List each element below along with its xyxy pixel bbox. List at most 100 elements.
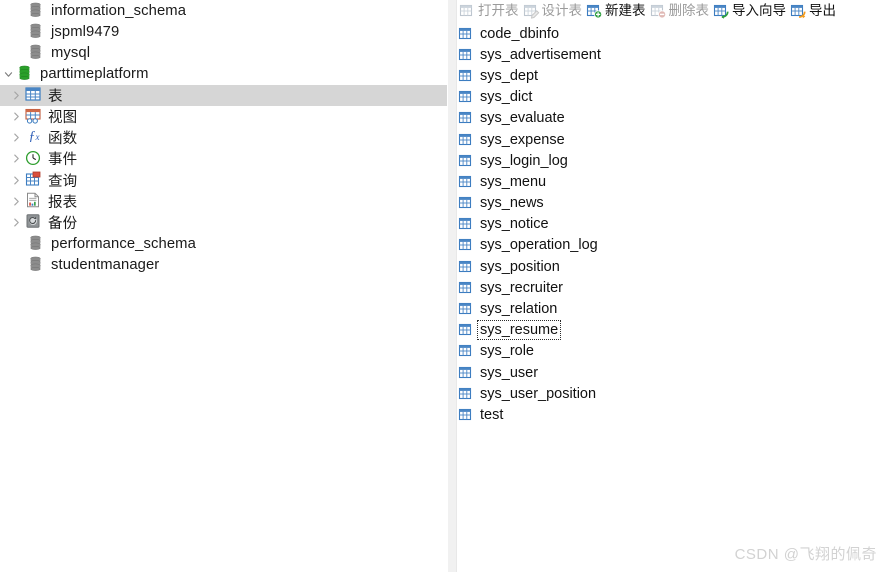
table-list-item[interactable]: sys_role [457, 341, 891, 362]
table-list-item[interactable]: sys_dept [457, 65, 891, 86]
table-list-item[interactable]: code_dbinfo [457, 23, 891, 44]
panel-splitter[interactable] [447, 0, 457, 572]
table-icon [458, 280, 475, 296]
table-name-label: sys_user [480, 364, 539, 381]
table-name-label: sys_resume [477, 320, 562, 341]
table-icon [458, 195, 475, 211]
tree-node-reports[interactable]: 报表 [0, 191, 447, 212]
table-icon [458, 322, 475, 338]
database-icon [28, 235, 46, 253]
new-table-button[interactable]: 新建表 [585, 1, 649, 21]
table-list[interactable]: code_dbinfo sys_advertisement sys_dept sys_… [457, 21, 891, 426]
tree-node-database-12[interactable]: studentmanager [0, 254, 447, 275]
tree-node-label: parttimeplatform [40, 66, 149, 83]
table-list-item[interactable]: sys_menu [457, 171, 891, 192]
tree-node-database-1[interactable]: jspml9479 [0, 21, 447, 42]
table-list-item[interactable]: sys_resume [457, 320, 891, 341]
table-list-item[interactable]: sys_expense [457, 129, 891, 150]
backups-folder-icon [25, 213, 43, 231]
table-list-item[interactable]: sys_user_position [457, 383, 891, 404]
watermark-text: CSDN @飞翔的佩奇 [734, 546, 877, 563]
design-table-icon [523, 3, 540, 19]
table-list-item[interactable]: sys_dict [457, 87, 891, 108]
table-list-item[interactable]: sys_login_log [457, 150, 891, 171]
tree-node-label: 视图 [48, 110, 78, 127]
table-name-label: sys_news [480, 195, 544, 212]
tree-node-functions[interactable]: ƒx 函数 [0, 127, 447, 148]
table-icon [458, 47, 475, 63]
table-icon [458, 132, 475, 148]
table-icon [458, 174, 475, 190]
table-icon [458, 68, 475, 84]
tree-node-database-3[interactable]: parttimeplatform [0, 64, 447, 85]
connection-tree-panel[interactable]: information_schema jspml9479 mysql parttime… [0, 0, 447, 572]
table-icon [458, 237, 475, 253]
tree-node-label: information_schema [51, 2, 187, 19]
table-list-item[interactable]: sys_notice [457, 214, 891, 235]
events-folder-icon [25, 150, 43, 168]
views-folder-icon [25, 108, 43, 126]
chevron-right-icon[interactable] [8, 90, 25, 101]
table-icon [458, 110, 475, 126]
table-icon [458, 407, 475, 423]
table-name-label: test [480, 406, 504, 423]
tree-node-database-0[interactable]: information_schema [0, 0, 447, 21]
tree-node-label: 备份 [48, 215, 78, 232]
tree-node-events[interactable]: 事件 [0, 148, 447, 169]
table-list-item[interactable]: test [457, 404, 891, 425]
tree-node-backups[interactable]: 备份 [0, 212, 447, 233]
chevron-right-icon[interactable] [8, 175, 25, 186]
nav-app-window: information_schema jspml9479 mysql parttime… [0, 0, 891, 572]
tree-node-views[interactable]: 视图 [0, 106, 447, 127]
table-name-label: sys_login_log [480, 152, 568, 169]
tables-folder-icon [25, 86, 43, 104]
table-icon [458, 343, 475, 359]
table-list-item[interactable]: sys_evaluate [457, 108, 891, 129]
new-table-icon [586, 3, 603, 19]
chevron-right-icon[interactable] [8, 153, 25, 164]
table-list-item[interactable]: sys_relation [457, 298, 891, 319]
table-name-label: sys_evaluate [480, 110, 565, 127]
table-list-item[interactable]: sys_operation_log [457, 235, 891, 256]
database-icon [28, 23, 46, 41]
design-table-button: 设计表 [522, 1, 586, 21]
chevron-right-icon[interactable] [8, 196, 25, 207]
tree-node-label: 查询 [48, 173, 78, 190]
table-name-label: sys_dict [480, 89, 533, 106]
tree-node-database-11[interactable]: performance_schema [0, 233, 447, 254]
table-list-item[interactable]: sys_recruiter [457, 277, 891, 298]
toolbar-button-label: 新建表 [605, 2, 646, 18]
tree-node-tables[interactable]: 表 [0, 84, 447, 106]
tree-node-queries[interactable]: 查询 [0, 170, 447, 191]
table-name-label: code_dbinfo [480, 25, 560, 42]
table-name-label: sys_dept [480, 67, 539, 84]
chevron-right-icon[interactable] [8, 132, 25, 143]
toolbar-button-label: 打开表 [478, 2, 519, 18]
table-list-item[interactable]: sys_news [457, 193, 891, 214]
chevron-right-icon[interactable] [8, 111, 25, 122]
toolbar-button-label: 导出 [809, 2, 836, 18]
export-wizard-button[interactable]: 导出 [789, 1, 839, 21]
table-list-item[interactable]: sys_position [457, 256, 891, 277]
table-name-label: sys_advertisement [480, 46, 601, 63]
table-name-label: sys_expense [480, 131, 565, 148]
toolbar-button-label: 删除表 [668, 2, 710, 18]
table-icon [458, 301, 475, 317]
table-name-label: sys_menu [480, 173, 547, 190]
tree-node-label: studentmanager [51, 256, 160, 273]
open-table-button: 打开表 [458, 1, 522, 21]
import-wizard-button[interactable]: 导入向导 [712, 1, 789, 21]
tree-node-database-2[interactable]: mysql [0, 42, 447, 63]
table-icon [458, 365, 475, 381]
functions-folder-icon: ƒx [28, 128, 40, 144]
database-icon [28, 2, 46, 20]
import-wizard-icon [713, 3, 730, 19]
database-icon [28, 44, 46, 62]
chevron-down-icon[interactable] [0, 69, 17, 80]
toolbar-button-label: 设计表 [541, 2, 583, 18]
chevron-right-icon[interactable] [8, 217, 25, 228]
table-list-item[interactable]: sys_user [457, 362, 891, 383]
table-icon [458, 386, 475, 402]
table-list-item[interactable]: sys_advertisement [457, 44, 891, 65]
object-toolbar[interactable]: 打开表 设计表 新建表 删除表 导入向导 导出 [457, 0, 891, 21]
